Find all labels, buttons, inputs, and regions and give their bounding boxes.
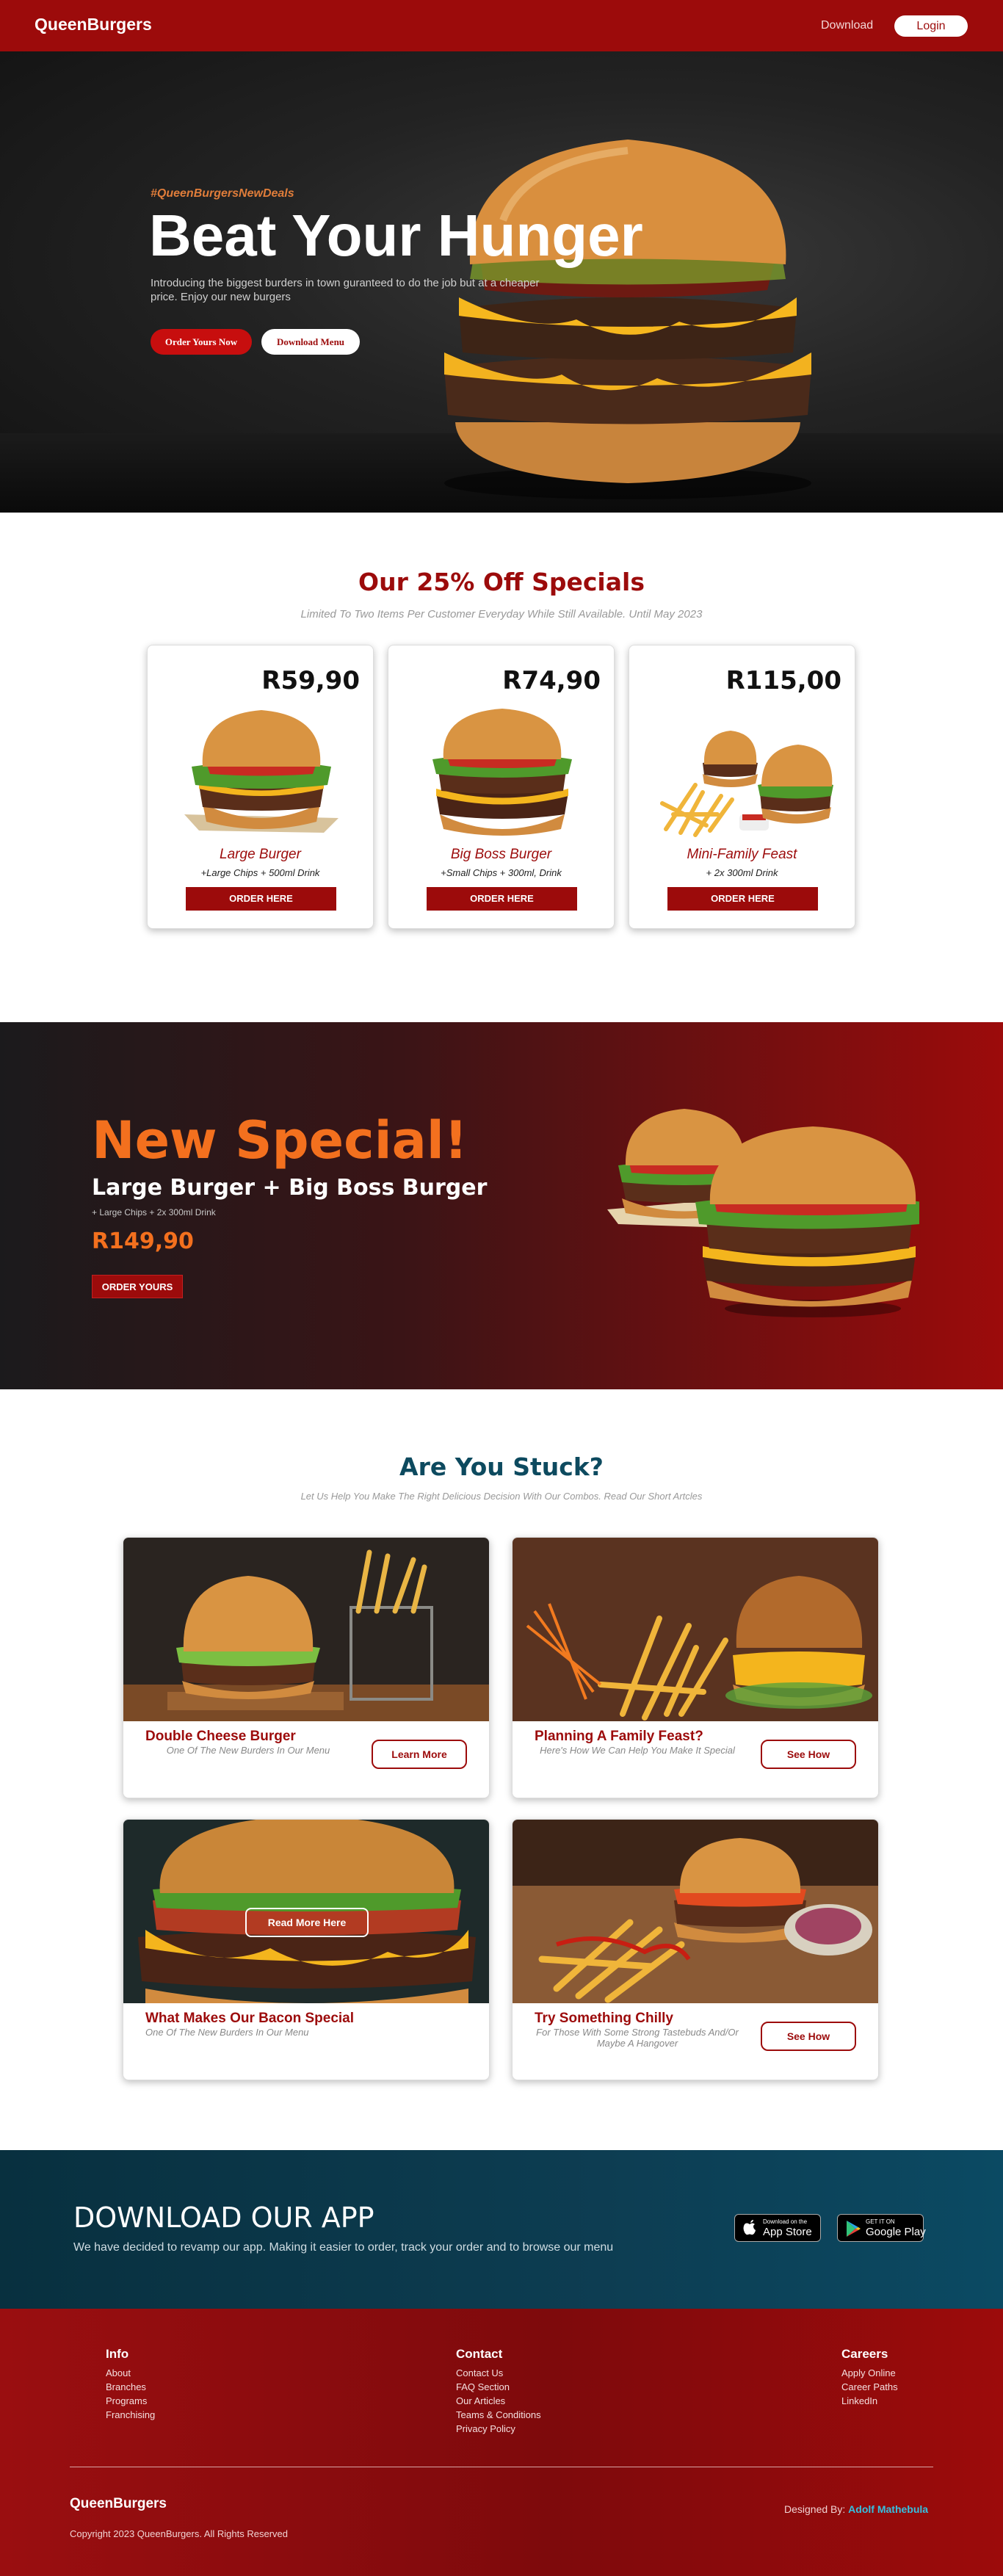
footer-link-branches[interactable]: Branches — [106, 2380, 155, 2394]
special-card-mini-family-feast: R115,00 Mini-Family Feast + 2x 300ml Dri… — [629, 645, 855, 929]
hero-hashtag: #QueenBurgersNewDeals — [151, 187, 294, 200]
hero-description: Introducing the biggest burders in town … — [151, 277, 540, 303]
see-how-button[interactable]: See How — [761, 2022, 856, 2051]
footer-link-programs[interactable]: Programs — [106, 2394, 155, 2408]
hero-burger-image — [444, 140, 811, 499]
order-here-button[interactable]: ORDER HERE — [186, 887, 336, 911]
combo-burgers-image — [607, 1109, 919, 1317]
app-store-small-label: Download on the — [763, 2218, 808, 2225]
article-title: Double Cheese Burger — [145, 1729, 296, 1744]
footer-copyright: Copyright 2023 QueenBurgers. All Rights … — [70, 2528, 288, 2539]
footer-link-about[interactable]: About — [106, 2366, 155, 2380]
special-name: Large Burger — [220, 847, 301, 862]
app-store-badge[interactable]: Download on the App Store — [734, 2214, 821, 2242]
brand-logo[interactable]: QueenBurgers — [35, 15, 152, 35]
learn-more-button[interactable]: Learn More — [372, 1740, 467, 1769]
google-play-label: Google Play — [866, 2226, 926, 2238]
specials-title: Our 25% Off Specials — [358, 568, 645, 596]
new-special-price: R149,90 — [92, 1229, 194, 1254]
footer-link-career-paths[interactable]: Career Paths — [841, 2380, 898, 2394]
hero-title: Beat Your Hunger — [149, 203, 643, 268]
article-card-family-feast: Planning A Family Feast? Here's How We C… — [512, 1537, 879, 1798]
special-description: +Large Chips + 500ml Drink — [200, 867, 320, 878]
footer-link-contact-us[interactable]: Contact Us — [456, 2366, 541, 2380]
login-button[interactable]: Login — [894, 15, 968, 37]
stuck-title: Are You Stuck? — [399, 1452, 604, 1481]
app-store-label: App Store — [763, 2226, 812, 2238]
special-price: R59,90 — [261, 666, 360, 695]
footer-careers-title: Careers — [841, 2347, 888, 2361]
footer-designer-credit: Designed By: Adolf Mathebula — [784, 2503, 928, 2515]
special-price: R115,00 — [725, 666, 841, 695]
article-card-double-cheese: Double Cheese Burger One Of The New Burd… — [123, 1537, 490, 1798]
footer-link-terms[interactable]: Teams & Conditions — [456, 2408, 541, 2422]
nav-download-link[interactable]: Download — [821, 19, 873, 32]
order-yours-button[interactable]: ORDER YOURS — [92, 1275, 183, 1298]
footer-link-franchising[interactable]: Franchising — [106, 2408, 155, 2422]
new-special-banner: New Special! Large Burger + Big Boss Bur… — [0, 1022, 1003, 1389]
download-menu-button[interactable]: Download Menu — [261, 329, 360, 355]
apple-icon — [743, 2220, 756, 2235]
top-navbar: QueenBurgers Download Login — [0, 0, 1003, 51]
special-name: Mini-Family Feast — [687, 847, 797, 862]
new-special-title: New Special! — [92, 1110, 468, 1171]
designed-by-label: Designed By: — [784, 2503, 846, 2515]
article-card-bacon-special: Read More Here What Makes Our Bacon Spec… — [123, 1819, 490, 2080]
footer-info-column: Info About Branches Programs Franchising — [106, 2347, 155, 2422]
download-app-section: DOWNLOAD OUR APP We have decided to reva… — [0, 2150, 1003, 2309]
footer-careers-column: Careers Apply Online Career Paths Linked… — [841, 2347, 898, 2408]
article-title: Try Something Chilly — [535, 2011, 673, 2026]
footer-link-apply[interactable]: Apply Online — [841, 2366, 898, 2380]
order-yours-now-button[interactable]: Order Yours Now — [151, 329, 252, 355]
google-play-icon — [847, 2221, 861, 2237]
footer-info-title: Info — [106, 2347, 129, 2361]
article-subtitle: Here's How We Can Help You Make It Speci… — [540, 1745, 735, 1756]
new-special-combo: Large Burger + Big Boss Burger — [92, 1175, 488, 1201]
app-description: We have decided to revamp our app. Makin… — [73, 2241, 614, 2254]
mini-family-feast-image — [660, 731, 833, 837]
footer-link-privacy[interactable]: Privacy Policy — [456, 2422, 541, 2436]
article-subtitle: For Those With Some Strong Tastebuds And… — [536, 2027, 739, 2049]
family-feast-image — [513, 1538, 878, 1721]
double-cheese-burger-image — [123, 1538, 489, 1721]
article-title: What Makes Our Bacon Special — [145, 2011, 355, 2026]
specials-subtitle: Limited To Two Items Per Customer Everyd… — [300, 608, 703, 621]
google-play-badge[interactable]: GET IT ON Google Play — [837, 2214, 926, 2242]
order-here-button[interactable]: ORDER HERE — [667, 887, 818, 911]
special-description: + 2x 300ml Drink — [706, 867, 778, 878]
see-how-button[interactable]: See How — [761, 1740, 856, 1769]
special-description: +Small Chips + 300ml, Drink — [441, 867, 562, 878]
chilly-meal-image — [513, 1820, 878, 2003]
new-special-description: + Large Chips + 2x 300ml Drink — [92, 1207, 216, 1218]
footer-link-linkedin[interactable]: LinkedIn — [841, 2394, 898, 2408]
special-card-big-boss-burger: R74,90 Big Boss Burger +Small Chips + 30… — [388, 645, 615, 929]
special-name: Big Boss Burger — [450, 847, 552, 862]
article-title: Planning A Family Feast? — [535, 1729, 703, 1744]
app-title: DOWNLOAD OUR APP — [73, 2201, 374, 2234]
footer-link-articles[interactable]: Our Articles — [456, 2394, 541, 2408]
large-burger-image — [184, 710, 338, 833]
article-card-chilly: Try Something Chilly For Those With Some… — [512, 1819, 879, 2080]
big-boss-burger-image — [432, 709, 572, 836]
footer-brand[interactable]: QueenBurgers — [70, 2496, 167, 2512]
site-footer: Info About Branches Programs Franchising… — [0, 2309, 1003, 2576]
footer-contact-title: Contact — [456, 2347, 503, 2361]
article-subtitle: One Of The New Burders In Our Menu — [166, 1745, 330, 1756]
order-here-button[interactable]: ORDER HERE — [427, 887, 577, 911]
read-more-here-button[interactable]: Read More Here — [245, 1908, 369, 1937]
designer-name[interactable]: Adolf Mathebula — [848, 2503, 928, 2515]
special-price: R74,90 — [502, 666, 601, 695]
google-play-small-label: GET IT ON — [866, 2218, 895, 2225]
article-subtitle: One Of The New Burders In Our Menu — [145, 2027, 309, 2038]
special-card-large-burger: R59,90 Large Burger +Large Chips + 500ml… — [147, 645, 374, 929]
stuck-subtitle: Let Us Help You Make The Right Delicious… — [300, 1491, 703, 1502]
footer-link-faq[interactable]: FAQ Section — [456, 2380, 541, 2394]
hero-section: #QueenBurgersNewDeals Beat Your Hunger I… — [0, 51, 1003, 513]
footer-contact-column: Contact Contact Us FAQ Section Our Artic… — [456, 2347, 541, 2436]
